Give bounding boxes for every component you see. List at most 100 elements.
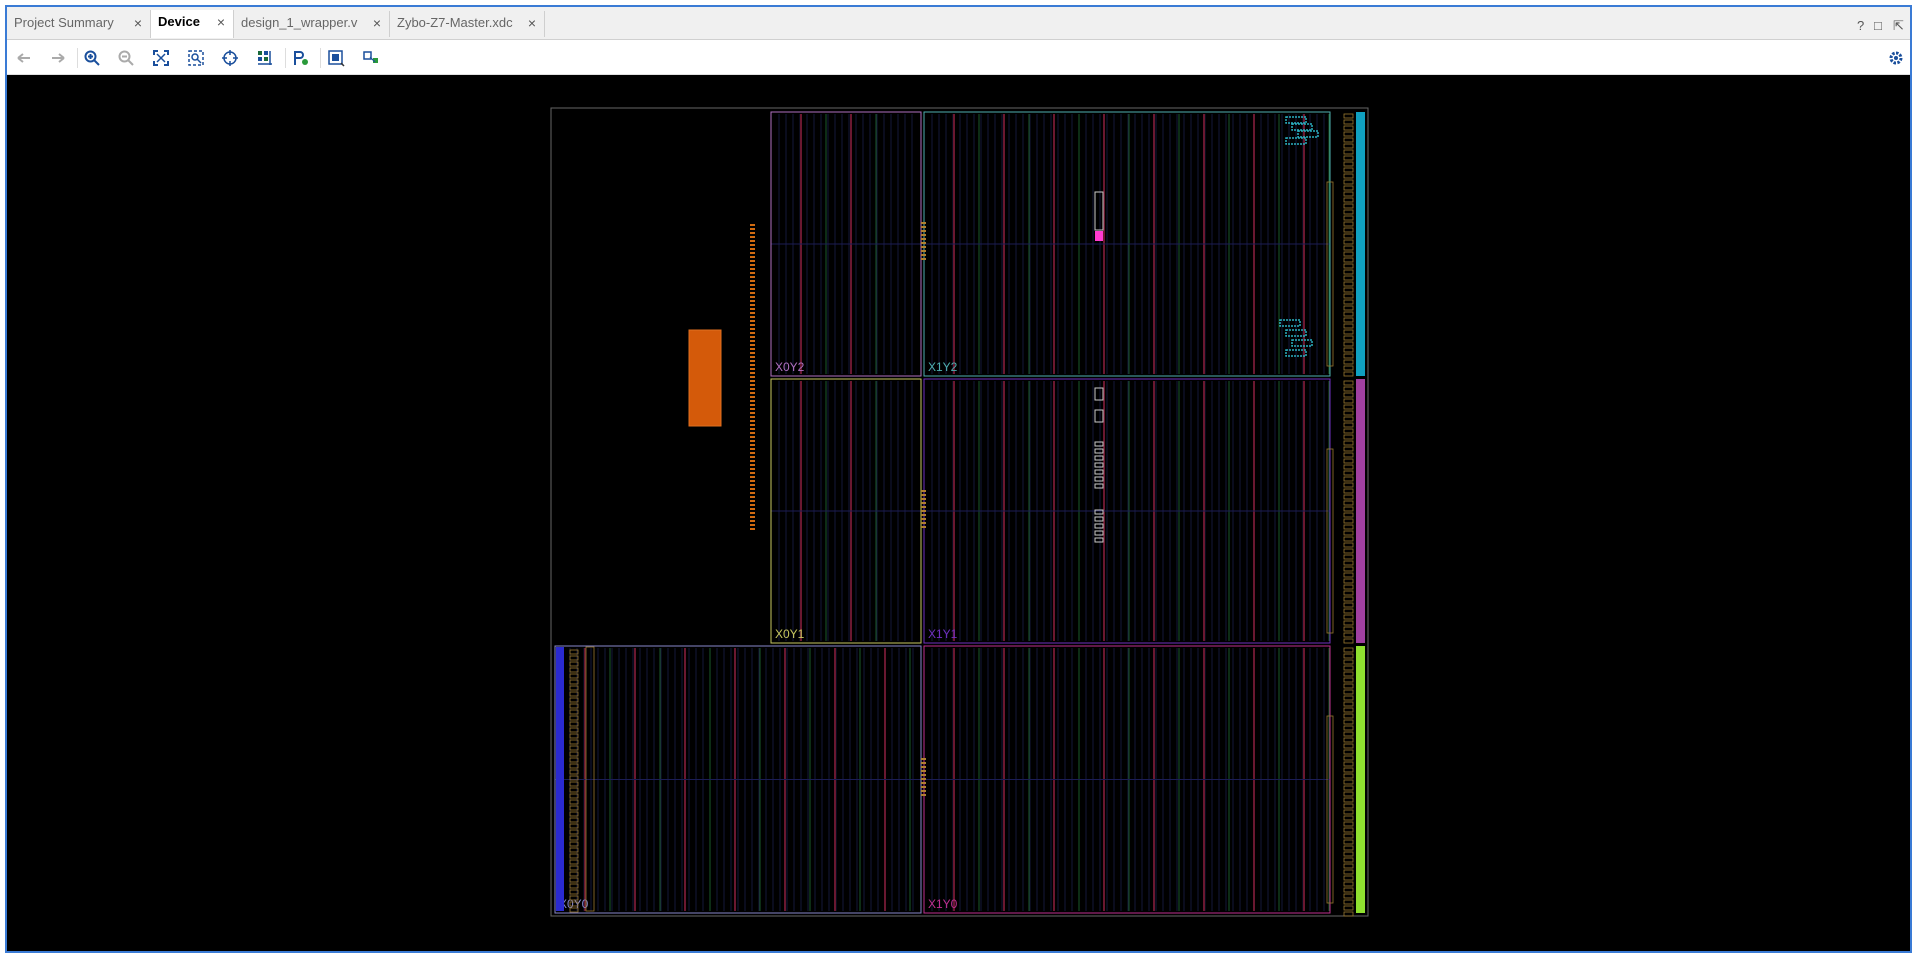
placed-cell [1094,516,1104,522]
ps-interface-site [750,324,755,326]
show-hide-icon[interactable] [362,49,380,67]
io-tile [1343,626,1354,632]
io-tile [1343,713,1354,719]
selected-cell [1095,231,1103,241]
tab-design-wrapper[interactable]: design_1_wrapper.v × [234,11,390,37]
io-tile [1343,695,1354,701]
ps-interface-site [750,480,755,482]
tab-xdc[interactable]: Zybo-Z7-Master.xdc × [390,11,545,37]
io-tile [1343,737,1354,743]
pblock-icon[interactable] [292,49,310,67]
io-tile [1343,227,1354,233]
io-tile [1343,446,1354,452]
ps-interface-site [750,312,755,314]
io-tile [1343,851,1354,857]
close-icon[interactable]: × [134,11,142,35]
boundary-io-site [921,762,926,764]
ps-interface-site [750,272,755,274]
io-tile [1343,287,1354,293]
back-arrow-icon[interactable] [15,49,33,67]
boundary-io-site [921,234,926,236]
ps-interface-site [750,344,755,346]
boundary-io-site [921,766,926,768]
ps-interface-site [750,316,755,318]
ps-interface-site [750,400,755,402]
device-view-options-icon[interactable] [327,49,345,67]
io-tile [1343,155,1354,161]
zoom-to-selection-icon[interactable] [187,49,205,67]
io-tile [1343,803,1354,809]
tab-device[interactable]: Device × [150,10,234,38]
gear-icon[interactable] [1887,49,1905,67]
placed-cell [1094,476,1104,482]
zoom-fit-icon[interactable] [152,49,170,67]
processing-system-block [688,329,722,427]
io-tile [1343,560,1354,566]
io-tile [1343,578,1354,584]
clock-region-x1y1: X1Y1 [923,378,1331,644]
boundary-io-site [921,782,926,784]
io-tile [1343,869,1354,875]
ps-interface-site [750,280,755,282]
close-icon[interactable]: × [217,10,225,34]
ps-interface-site [750,528,755,530]
zoom-in-icon[interactable] [83,49,101,67]
io-tile [1343,359,1354,365]
float-window-icon[interactable]: ⇱ [1893,18,1904,34]
io-tile [1343,149,1354,155]
close-icon[interactable]: × [528,11,536,35]
io-tile [1343,347,1354,353]
io-tile [1343,647,1354,653]
ps-interface-site [750,452,755,454]
toolbar-separator [320,48,321,68]
io-tile [1343,191,1354,197]
close-icon[interactable]: × [373,11,381,35]
ps-interface-site [750,368,755,370]
io-tile [1343,476,1354,482]
io-tile [1343,263,1354,269]
ps-interface-site [750,468,755,470]
boundary-io-site [921,514,926,516]
io-tile [1343,506,1354,512]
ps-interface-site [750,340,755,342]
io-tile [1343,743,1354,749]
io-tile [1343,632,1354,638]
ps-interface-site [750,232,755,234]
tab-label: Zybo-Z7-Master.xdc [397,15,513,30]
ps-interface-site [750,508,755,510]
io-tile [1343,845,1354,851]
boundary-io-site [921,242,926,244]
boundary-io-site [921,226,926,228]
io-tile [1343,245,1354,251]
ps-interface-site [750,336,755,338]
restore-icon[interactable]: □ [1874,18,1882,33]
ps-interface-site [750,444,755,446]
tab-bar: Project Summary × Device × design_1_wrap… [7,7,1910,40]
placed-cell [1094,409,1104,423]
device-canvas[interactable]: X0Y2 X1Y2 X0Y1 X1Y1 X0Y0 X1Y0 [7,75,1910,951]
io-tile [1343,638,1354,644]
io-tile [1343,620,1354,626]
autofit-selection-icon[interactable] [221,49,239,67]
boundary-io-site [921,506,926,508]
help-icon[interactable]: ? [1857,18,1864,33]
io-tile [1343,815,1354,821]
ps-interface-site [750,520,755,522]
forward-arrow-icon[interactable] [49,49,67,67]
io-tile [1343,197,1354,203]
zoom-out-icon[interactable] [117,49,135,67]
tab-project-summary[interactable]: Project Summary × [7,11,151,37]
io-tile [1343,137,1354,143]
boundary-io-site [921,238,926,240]
io-tile [1343,404,1354,410]
ps-interface-site [750,352,755,354]
routing-resources-icon[interactable] [256,49,274,67]
io-tile [1343,131,1354,137]
ps-interface-site [750,288,755,290]
io-tile [1343,875,1354,881]
io-tile [1343,683,1354,689]
io-tile [1343,518,1354,524]
io-tile [1343,707,1354,713]
device-view[interactable]: X0Y2 X1Y2 X0Y1 X1Y1 X0Y0 X1Y0 [7,75,1910,951]
io-tile [1343,299,1354,305]
